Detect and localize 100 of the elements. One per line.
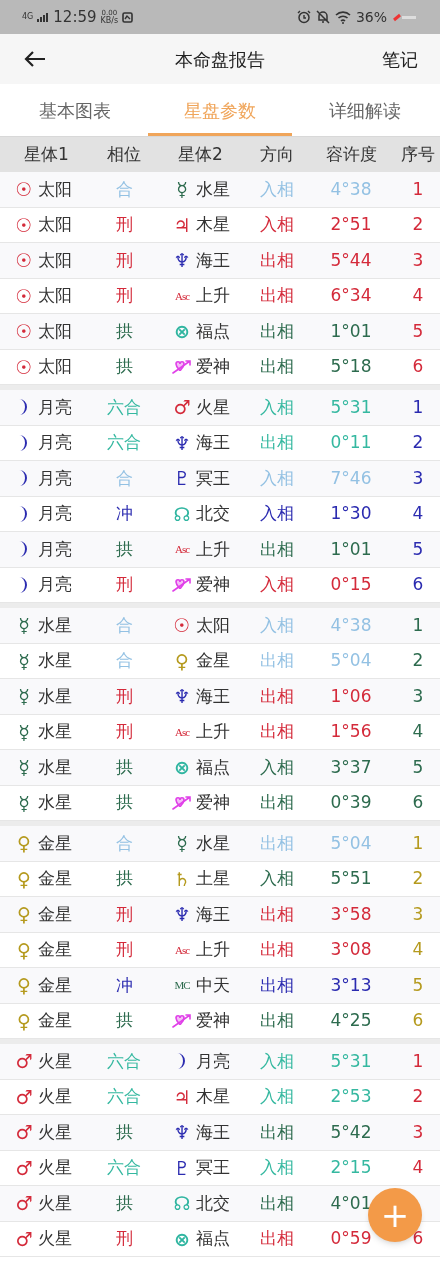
number-cell-text: 5 xyxy=(411,973,425,997)
orb-cell-text: 2°53 xyxy=(329,1085,373,1108)
direction-cell-text: 入相 xyxy=(259,755,295,779)
aspect-cell-text: 拱 xyxy=(114,791,134,814)
direction-cell-text: 入相 xyxy=(259,395,295,419)
body-name: 月亮 xyxy=(38,537,72,561)
body-name: 上升 xyxy=(196,284,230,307)
direction-cell-text: 入相 xyxy=(259,573,295,596)
body-name: 爱神 xyxy=(196,573,230,596)
notes-button[interactable]: 笔记 xyxy=(382,45,418,73)
number-cell-text: 2 xyxy=(411,867,425,890)
planet-glyph: ☉ xyxy=(14,248,34,273)
number-cell-text: 6 xyxy=(411,1009,425,1032)
body-name: 爱神 xyxy=(196,1009,230,1032)
direction-cell-text: 出相 xyxy=(259,649,295,672)
body-name: 海王 xyxy=(196,1120,230,1144)
body-name: 冥王 xyxy=(196,466,230,490)
wifi-icon xyxy=(334,10,351,24)
planet-glyph: ♇ xyxy=(172,1155,192,1181)
direction-cell-text: 出相 xyxy=(259,248,295,272)
tab[interactable]: 详细解读 xyxy=(292,84,437,136)
orb-cell-text: 3°37 xyxy=(329,755,373,779)
number-cell-text: 1 xyxy=(411,831,425,855)
body-name: 金星 xyxy=(38,973,72,997)
direction-cell-text: 出相 xyxy=(259,1191,295,1215)
planet-glyph: ⊗ xyxy=(173,319,191,344)
aspect-cell-text: 六合 xyxy=(106,1085,142,1108)
planet-glyph: ☉ xyxy=(14,319,34,344)
orb-cell-text: 3°58 xyxy=(329,902,373,926)
planet-glyph: ☿ xyxy=(17,755,31,780)
orb-cell-text: 5°44 xyxy=(329,248,373,272)
body-name: 海王 xyxy=(196,248,230,272)
aspect-cell-text: 拱 xyxy=(114,1009,134,1032)
body-name: 水星 xyxy=(196,177,230,201)
number-cell-text: 4 xyxy=(411,284,425,307)
body-name: 火星 xyxy=(38,1156,72,1179)
orb-cell-text: 1°01 xyxy=(329,537,373,561)
battery-level: 36% xyxy=(355,7,387,27)
direction-cell-text: 出相 xyxy=(259,431,295,454)
number-cell-text: 3 xyxy=(411,466,425,490)
planet-glyph: ☿ xyxy=(17,790,31,816)
body-name: 太阳 xyxy=(38,355,72,378)
bell-off-icon xyxy=(315,10,330,24)
body-name: 火星 xyxy=(38,1191,72,1215)
point-abbreviation: Asc xyxy=(173,942,191,958)
body-name: 木星 xyxy=(196,213,230,236)
column-header: 相位 xyxy=(106,142,142,166)
orb-cell-text: 5°04 xyxy=(329,649,373,672)
direction-cell-text: 出相 xyxy=(259,537,295,561)
orb-cell-text: 0°11 xyxy=(329,431,373,454)
body-name: 火星 xyxy=(38,1049,72,1073)
planet-glyph: ☊ xyxy=(172,501,192,527)
number-cell-text: 3 xyxy=(411,248,425,272)
body-name: 金星 xyxy=(38,902,72,926)
direction-cell-text: 出相 xyxy=(259,831,295,855)
planet-glyph: ♂ xyxy=(14,1155,34,1181)
tab[interactable]: 基本图表 xyxy=(3,84,148,136)
planet-glyph: ♂ xyxy=(14,1226,34,1252)
aspect-cell-text: 六合 xyxy=(106,431,142,454)
column-header: 星体1 xyxy=(23,142,70,166)
body-name: 火星 xyxy=(196,395,230,419)
planet-glyph: ☿ xyxy=(17,613,31,638)
orb-cell-text: 1°30 xyxy=(329,502,373,525)
orb-cell-text: 1°56 xyxy=(329,720,373,743)
alarm-icon xyxy=(296,10,311,24)
orb-cell-text: 4°38 xyxy=(329,177,373,201)
orb-cell-text: 2°51 xyxy=(329,213,373,236)
number-cell-text: 5 xyxy=(411,319,425,343)
aspect-cell-text: 拱 xyxy=(114,537,134,561)
body-name: 火星 xyxy=(38,1120,72,1144)
network-type: 4G xyxy=(22,13,34,21)
aspect-cell-text: 冲 xyxy=(114,502,134,525)
body-name: 太阳 xyxy=(38,213,72,236)
aspect-cell-text: 刑 xyxy=(114,573,134,596)
planet-glyph: ♂ xyxy=(14,1049,34,1074)
aspect-cell-text: 刑 xyxy=(114,1227,134,1250)
number-cell-text: 3 xyxy=(411,1120,425,1144)
planet-glyph: ☉ xyxy=(14,354,34,380)
battery-icon xyxy=(392,12,418,22)
body-name: 海王 xyxy=(196,684,230,708)
planet-glyph: ♆ xyxy=(172,902,192,927)
orb-cell-text: 5°51 xyxy=(329,867,373,890)
direction-cell-text: 入相 xyxy=(259,867,295,890)
orb-cell-text: 5°18 xyxy=(329,355,373,378)
body-name: 海王 xyxy=(196,431,230,454)
orb-cell-text: 1°01 xyxy=(329,319,373,343)
body-name: 太阳 xyxy=(38,284,72,307)
body-name: 太阳 xyxy=(196,613,230,637)
planet-glyph: ☊ xyxy=(172,1191,192,1216)
number-cell-text: 6 xyxy=(411,573,425,596)
body-name: 金星 xyxy=(38,831,72,855)
direction-cell-text: 出相 xyxy=(259,791,295,814)
direction-cell-text: 入相 xyxy=(259,177,295,201)
direction-cell-text: 入相 xyxy=(259,613,295,637)
speed-unit: KB/s xyxy=(100,16,119,25)
aspect-cell-text: 刑 xyxy=(114,213,134,236)
planet-glyph: ☉ xyxy=(14,212,34,238)
body-name: 太阳 xyxy=(38,248,72,272)
orb-cell-text: 3°08 xyxy=(329,938,373,961)
planet-glyph: ♄ xyxy=(172,866,192,892)
